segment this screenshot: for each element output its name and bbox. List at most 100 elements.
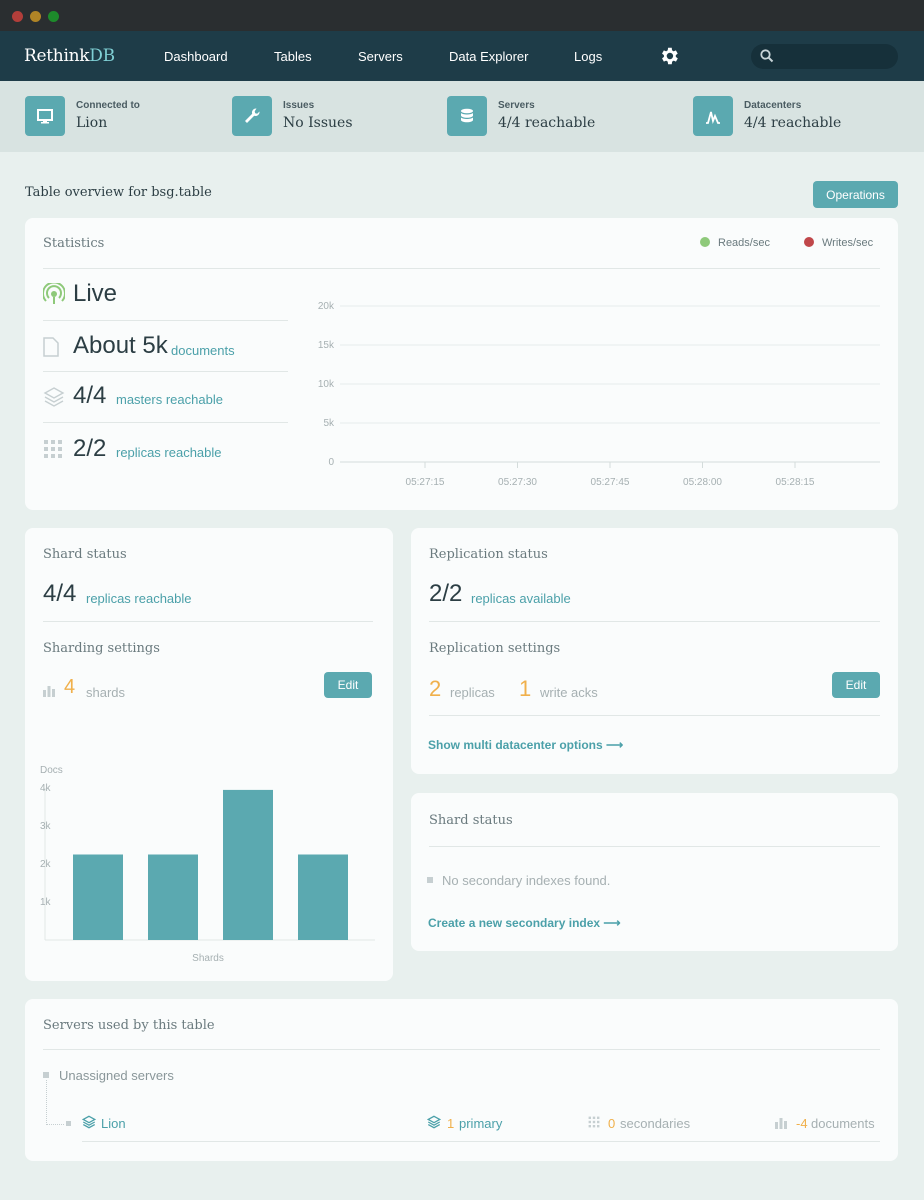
x-tick-label: 05:27:15: [406, 477, 445, 488]
close-window-button[interactable]: [12, 11, 23, 22]
tree-line: [46, 1080, 47, 1125]
x-tick-label: 05:28:00: [683, 477, 722, 488]
minimize-window-button[interactable]: [30, 11, 41, 22]
nav-servers[interactable]: Servers: [358, 49, 403, 64]
replication-edit-button[interactable]: Edit: [832, 672, 880, 698]
server-link-lion[interactable]: Lion: [101, 1116, 126, 1131]
y-tick-label: 3k: [40, 821, 52, 832]
create-index-link[interactable]: Create a new secondary index ⟶: [428, 916, 621, 930]
brand-logo[interactable]: RethinkDB: [24, 46, 115, 66]
divider: [82, 1141, 880, 1142]
top-navbar: RethinkDB Dashboard Tables Servers Data …: [0, 31, 924, 81]
shard-replicas-number: 4/4: [43, 580, 77, 607]
live-label: Live: [73, 280, 118, 307]
primary-label: primary: [459, 1116, 503, 1131]
x-axis-label: Shards: [192, 953, 224, 964]
bullet-icon: [427, 877, 433, 883]
replicas-link[interactable]: replicas reachable: [116, 445, 222, 460]
replicas-count: 2: [429, 676, 442, 701]
nav-tables[interactable]: Tables: [274, 49, 312, 64]
nav-logs[interactable]: Logs: [574, 49, 602, 64]
divider: [43, 422, 288, 423]
search-input[interactable]: [779, 47, 889, 66]
divider: [43, 1049, 880, 1050]
maximize-window-button[interactable]: [48, 11, 59, 22]
replication-available-link[interactable]: replicas available: [471, 591, 571, 606]
search-box[interactable]: [751, 44, 898, 69]
status-label: Datacenters: [744, 100, 802, 111]
documents-number: About 5k: [73, 332, 168, 359]
datacenter-icon: [693, 96, 733, 136]
nav-data-explorer[interactable]: Data Explorer: [449, 49, 528, 64]
replication-number: 2/2: [429, 580, 463, 607]
nav-dashboard[interactable]: Dashboard: [164, 49, 228, 64]
status-label: Issues: [283, 100, 315, 111]
legend-dot: [804, 237, 814, 247]
no-indexes-text: No secondary indexes found.: [442, 873, 611, 888]
replicas-label: replicas: [450, 685, 495, 700]
grid-icon: [44, 440, 62, 458]
gear-icon[interactable]: [658, 45, 680, 67]
status-value: Lion: [76, 115, 108, 131]
live-signal-icon: [43, 283, 65, 304]
x-tick-label: 05:27:45: [591, 477, 630, 488]
shard-bar: [73, 854, 123, 940]
primary-layers-icon: [427, 1115, 441, 1129]
multi-datacenter-link[interactable]: Show multi datacenter options ⟶: [428, 738, 623, 752]
divider: [43, 621, 373, 622]
brand-main: Rethink: [24, 46, 90, 66]
search-icon: [760, 49, 774, 63]
y-axis-label: Docs: [40, 765, 63, 776]
status-label: Servers: [498, 100, 535, 111]
masters-link[interactable]: masters reachable: [116, 392, 223, 407]
status-value: 4/4 reachable: [744, 115, 842, 131]
shard-bar: [298, 854, 348, 940]
legend-label: Reads/sec: [718, 237, 770, 249]
shards-bar-chart: Docs 1k 2k 3k 4k Shards: [40, 765, 375, 964]
server-layers-icon: [82, 1115, 96, 1129]
status-label: Connected to: [76, 100, 140, 111]
y-tick-label: 10k: [318, 379, 335, 390]
replication-status-title: Replication status: [429, 547, 548, 562]
y-tick-label: 4k: [40, 783, 52, 794]
shards-label: shards: [86, 685, 126, 700]
shards-count: 4: [64, 676, 76, 698]
secondaries-count: 0: [608, 1116, 616, 1131]
reads-writes-chart: 0 5k 10k 15k 20k 05:27:15 05:27:30 05:27:45 05:2…: [318, 301, 880, 488]
legend-dot: [700, 237, 710, 247]
secondary-indexes-title: Shard status: [429, 813, 513, 828]
x-tick-label: 05:27:30: [498, 477, 537, 488]
operations-button[interactable]: Operations: [813, 181, 898, 208]
wrench-icon: [232, 96, 272, 136]
bar-chart-icon: [43, 686, 55, 697]
statistics-title: Statistics: [43, 236, 105, 251]
tree-node-icon: [66, 1121, 71, 1126]
write-acks-label: write acks: [540, 685, 598, 700]
secondaries-label: secondaries: [620, 1116, 691, 1131]
y-tick-label: 20k: [318, 301, 335, 312]
y-tick-label: 1k: [40, 897, 52, 908]
window-title-bar: [0, 0, 924, 31]
documents-bar-icon: [775, 1118, 787, 1129]
sharding-edit-button[interactable]: Edit: [324, 672, 372, 698]
masters-number: 4/4: [73, 382, 107, 409]
shard-bar: [148, 854, 198, 940]
divider: [429, 715, 880, 716]
legend-label: Writes/sec: [822, 237, 874, 249]
shard-replicas-link[interactable]: replicas reachable: [86, 591, 192, 606]
tree-node-icon: [43, 1072, 49, 1078]
documents-count: -4: [796, 1116, 808, 1131]
brand-accent: DB: [89, 46, 115, 66]
shard-bar: [223, 789, 273, 940]
page-title: Table overview for bsg.table: [25, 185, 212, 200]
primary-count: 1: [447, 1116, 455, 1131]
shard-status-title: Shard status: [43, 547, 127, 562]
divider: [43, 320, 288, 321]
legend-reads: Reads/sec: [700, 237, 770, 249]
documents-label: documents: [811, 1116, 875, 1131]
documents-link[interactable]: documents: [171, 343, 235, 358]
legend-writes: Writes/sec: [804, 237, 873, 249]
sharding-settings-title: Sharding settings: [43, 641, 160, 656]
replicas-number: 2/2: [73, 435, 107, 462]
y-tick-label: 2k: [40, 859, 52, 870]
